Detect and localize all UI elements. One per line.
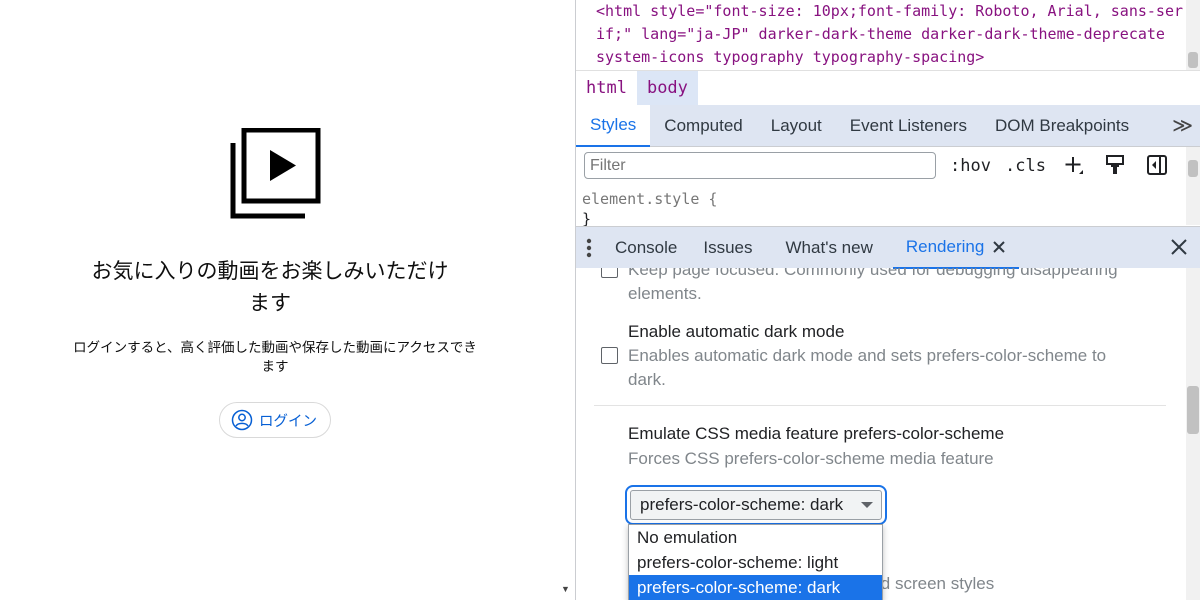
desc-line-2: ます <box>261 359 289 374</box>
option-dark[interactable]: prefers-color-scheme: dark <box>629 575 882 600</box>
option-light[interactable]: prefers-color-scheme: light <box>629 550 882 575</box>
keep-focused-desc-line-2: elements. <box>628 284 702 303</box>
close-tab-icon[interactable] <box>992 240 1006 254</box>
rendering-scrollbar[interactable] <box>1186 268 1200 600</box>
auto-dark-mode-title: Enable automatic dark mode <box>628 322 845 341</box>
filter-input[interactable] <box>584 152 936 179</box>
elements-scrollbar[interactable] <box>1186 0 1200 70</box>
scroll-down-arrow-icon[interactable]: ▼ <box>561 584 570 594</box>
keep-focused-checkbox[interactable] <box>601 268 618 278</box>
empty-state-title: お気に入りの動画をお楽しみいただけ ます <box>55 256 485 320</box>
breadcrumb-body[interactable]: body <box>636 70 698 106</box>
element-style-selector: element.style { <box>582 190 718 208</box>
color-scheme-dropdown: No emulation prefers-color-scheme: light… <box>628 524 883 600</box>
html-source-line-3: system-icons typography typography-spaci… <box>596 48 985 66</box>
emulate-color-scheme-title: Emulate CSS media feature prefers-color-… <box>628 424 1005 443</box>
rendering-panel: Keep page focused. Commonly used for deb… <box>576 268 1187 600</box>
toggle-sidebar-icon[interactable] <box>1146 154 1168 176</box>
devtools-panel: <html style="font-size: 10px;font-family… <box>575 0 1200 600</box>
color-scheme-select[interactable]: prefers-color-scheme: dark <box>625 485 887 525</box>
styles-toolbar: :hov .cls <box>576 147 1187 184</box>
option-no-emulation[interactable]: No emulation <box>629 525 882 550</box>
styles-tab-bar: Styles Computed Layout Event Listeners D… <box>576 104 1200 147</box>
breadcrumb: html body <box>576 70 1200 106</box>
section-divider <box>594 405 1166 406</box>
tab-console[interactable]: Console <box>602 227 690 269</box>
tab-computed[interactable]: Computed <box>650 105 756 147</box>
cls-toggle[interactable]: .cls <box>1005 156 1046 176</box>
title-line-2: ます <box>249 292 291 315</box>
html-source-line-2: if;" lang="ja-JP" darker-dark-theme dark… <box>596 25 1165 43</box>
elements-tree[interactable]: <html style="font-size: 10px;font-family… <box>576 0 1187 70</box>
login-button[interactable]: ログイン <box>219 402 331 438</box>
tab-issues[interactable]: Issues <box>690 227 772 269</box>
library-icon <box>229 127 321 220</box>
close-drawer-icon[interactable] <box>1169 237 1189 257</box>
hov-toggle[interactable]: :hov <box>950 156 991 176</box>
login-label: ログイン <box>259 413 317 430</box>
paint-brush-icon[interactable] <box>1104 154 1126 176</box>
auto-dark-desc-line-1: Enables automatic dark mode and sets pre… <box>628 346 1107 365</box>
tab-layout[interactable]: Layout <box>757 105 836 147</box>
element-style-rule[interactable]: element.style { } <box>582 189 717 229</box>
emulate-color-scheme-description: Forces CSS prefers-color-scheme media fe… <box>628 449 994 468</box>
more-options-icon[interactable] <box>576 227 602 269</box>
account-circle-icon <box>231 409 253 431</box>
tab-rendering[interactable]: Rendering <box>892 227 1020 269</box>
auto-dark-desc-line-2: dark. <box>628 370 666 389</box>
keep-focused-description: Keep page focused. Commonly used for deb… <box>628 268 1118 306</box>
desc-line-1: ログインすると、高く評価した動画や保存した動画にアクセスでき <box>73 340 477 355</box>
drawer-tab-bar: Console Issues What's new Rendering <box>576 226 1200 269</box>
tab-styles[interactable]: Styles <box>576 104 651 147</box>
tab-whats-new[interactable]: What's new <box>773 227 893 269</box>
html-source-line-1: <html style="font-size: 10px;font-family… <box>596 2 1183 20</box>
auto-dark-mode-description: Enables automatic dark mode and sets pre… <box>628 344 1106 392</box>
title-line-1: お気に入りの動画をお楽しみいただけ <box>91 260 449 283</box>
page-content: お気に入りの動画をお楽しみいただけ ます ログインすると、高く評価した動画や保存… <box>0 0 575 600</box>
new-style-rule-icon[interactable] <box>1063 154 1085 176</box>
tab-rendering-label: Rendering <box>905 236 985 256</box>
tab-dom-breakpoints[interactable]: DOM Breakpoints <box>981 105 1143 147</box>
empty-state-description: ログインすると、高く評価した動画や保存した動画にアクセスでき ます <box>55 338 495 376</box>
styles-scrollbar[interactable] <box>1186 147 1200 225</box>
tab-event-listeners[interactable]: Event Listeners <box>836 105 981 147</box>
keep-focused-desc-line-1: Keep page focused. Commonly used for deb… <box>628 268 1118 279</box>
more-tabs-icon[interactable]: ≫ <box>1172 113 1193 138</box>
auto-dark-mode-checkbox[interactable] <box>601 347 618 364</box>
breadcrumb-html[interactable]: html <box>576 71 637 106</box>
color-scheme-select-value: prefers-color-scheme: dark <box>640 495 844 514</box>
chevron-down-icon <box>861 502 873 508</box>
